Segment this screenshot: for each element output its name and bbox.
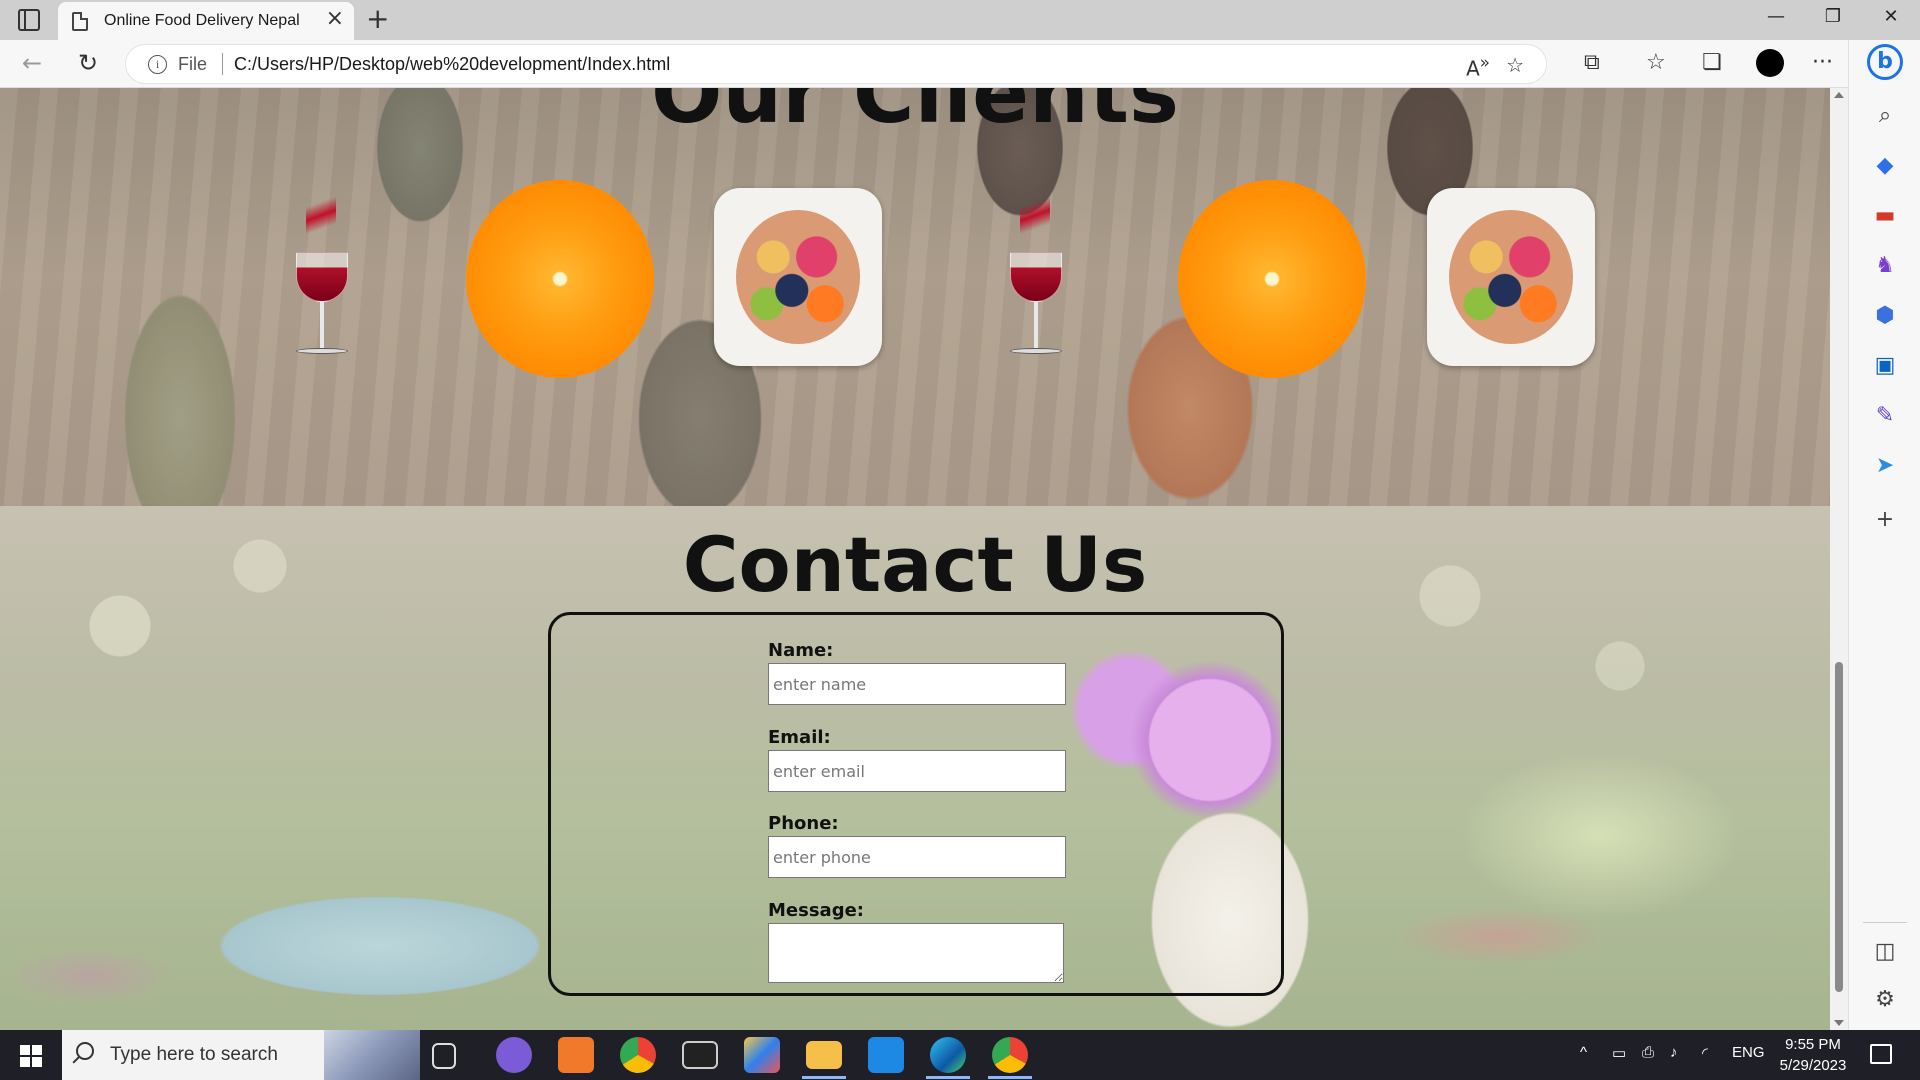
clock-time: 9:55 PM	[1785, 1036, 1841, 1053]
taskbar-search[interactable]: Type here to search	[62, 1030, 420, 1080]
windows-taskbar: Type here to search ^ ▭ ⎙ ♪ ◜ ENG 9:55 P…	[0, 1030, 1920, 1080]
fruit-plate-image	[1427, 188, 1595, 366]
minimize-button[interactable]: —	[1756, 6, 1796, 27]
message-label: Message:	[768, 900, 864, 921]
refresh-button[interactable]: ↻	[78, 50, 98, 76]
windows-start-icon[interactable]	[20, 1045, 42, 1067]
page-scrollbar[interactable]	[1830, 88, 1848, 1030]
page-icon	[72, 12, 88, 31]
chrome-profile-icon[interactable]	[992, 1037, 1028, 1073]
outlook-icon[interactable]: ▣	[1871, 352, 1899, 380]
browser-toolbar: ← ↻ i File C:/Users/HP/Desktop/web%20dev…	[0, 40, 1920, 88]
back-button[interactable]: ←	[22, 50, 42, 76]
orange-image	[466, 180, 654, 378]
message-field: Message:	[768, 900, 1064, 983]
vscode-icon[interactable]	[868, 1037, 904, 1073]
edge-sidebar: b ⌕ ◆ ▬ ♞ ⬢ ▣ ✎ ➤ + ◫ ⚙	[1848, 40, 1920, 1030]
designer-icon[interactable]: ✎	[1871, 402, 1899, 430]
browser-tab-bar: Online Food Delivery Nepal × + — ❐ ✕	[0, 0, 1920, 40]
viber-icon[interactable]	[496, 1037, 532, 1073]
info-icon[interactable]: i	[148, 55, 167, 74]
taskbar-search-placeholder: Type here to search	[110, 1044, 278, 1065]
clock-date: 5/29/2023	[1779, 1057, 1847, 1074]
add-favorite-icon[interactable]: ☆	[1506, 53, 1524, 77]
wine-glass-image	[996, 180, 1076, 370]
file-explorer-icon[interactable]	[806, 1041, 842, 1069]
app-cube-icon[interactable]	[744, 1037, 780, 1073]
search-icon	[76, 1042, 94, 1060]
favorites-icon[interactable]: ☆	[1646, 51, 1666, 75]
contact-heading: Contact Us	[682, 520, 1148, 609]
file-explorer-active-indicator	[802, 1076, 846, 1079]
battery-icon[interactable]: ▭	[1612, 1044, 1626, 1062]
scheme-label: File	[178, 54, 208, 74]
bing-chat-icon[interactable]: b	[1867, 44, 1903, 80]
tag-icon[interactable]: ◆	[1871, 152, 1899, 180]
extensions-icon[interactable]: ⧉	[1584, 51, 1600, 75]
address-bar[interactable]: i File C:/Users/HP/Desktop/web%20develop…	[126, 45, 1546, 83]
split-screen-icon[interactable]: ◫	[1871, 938, 1899, 966]
edge-active-indicator	[926, 1076, 970, 1079]
search-icon[interactable]: ⌕	[1871, 102, 1899, 130]
system-clock[interactable]: 9:55 PM 5/29/2023	[1768, 1034, 1858, 1076]
meet-now-icon[interactable]: ⎙	[1642, 1044, 1654, 1061]
scroll-up-arrow[interactable]	[1834, 92, 1844, 98]
maximize-button[interactable]: ❐	[1813, 6, 1853, 27]
scroll-thumb[interactable]	[1835, 662, 1843, 992]
chess-icon[interactable]: ♞	[1871, 252, 1899, 280]
xampp-icon[interactable]	[558, 1037, 594, 1073]
office-icon[interactable]: ⬢	[1871, 302, 1899, 330]
profile-avatar[interactable]	[1756, 49, 1784, 77]
phone-field: Phone:	[768, 813, 1066, 878]
url-divider	[222, 53, 223, 75]
orange-image	[1178, 180, 1366, 378]
tab-close-button[interactable]: ×	[326, 8, 344, 30]
new-tab-button[interactable]: +	[366, 4, 389, 34]
phone-input[interactable]	[768, 836, 1066, 878]
browser-tab[interactable]: Online Food Delivery Nepal ×	[58, 2, 354, 40]
phone-label: Phone:	[768, 813, 839, 834]
message-textarea[interactable]	[768, 923, 1064, 983]
task-view-icon[interactable]	[432, 1043, 456, 1069]
tab-actions-icon[interactable]	[18, 9, 40, 31]
email-input[interactable]	[768, 750, 1066, 792]
show-hidden-icons[interactable]: ^	[1580, 1044, 1587, 1061]
settings-icon[interactable]: ⚙	[1871, 986, 1899, 1014]
language-indicator[interactable]: ENG	[1732, 1044, 1765, 1061]
search-highlight-art	[324, 1030, 420, 1080]
terminal-icon[interactable]	[682, 1041, 718, 1069]
scroll-down-arrow[interactable]	[1834, 1020, 1844, 1026]
name-field: Name:	[768, 640, 1066, 705]
close-window-button[interactable]: ✕	[1871, 6, 1911, 27]
toolbox-icon[interactable]: ▬	[1871, 202, 1899, 230]
sidebar-divider	[1863, 922, 1907, 923]
url-text[interactable]: C:/Users/HP/Desktop/web%20development/In…	[234, 54, 670, 75]
name-input[interactable]	[768, 663, 1066, 705]
chrome-profile-active-indicator	[988, 1076, 1032, 1079]
clients-section: Our Clients	[0, 88, 1830, 506]
name-label: Name:	[768, 640, 834, 661]
wifi-icon[interactable]: ◜	[1702, 1044, 1708, 1062]
tab-title: Online Food Delivery Nepal	[104, 12, 300, 29]
fruit-plate-image	[714, 188, 882, 366]
read-aloud-icon[interactable]: A»	[1466, 53, 1490, 81]
collections-icon[interactable]: ❏	[1702, 51, 1722, 75]
send-icon[interactable]: ➤	[1871, 452, 1899, 480]
wine-glass-image	[282, 180, 362, 370]
clients-heading: Our Clients	[650, 88, 1180, 142]
add-icon[interactable]: +	[1871, 506, 1899, 534]
edge-icon[interactable]	[930, 1037, 966, 1073]
notification-icon[interactable]	[1870, 1044, 1892, 1064]
email-label: Email:	[768, 727, 831, 748]
volume-icon[interactable]: ♪	[1670, 1044, 1678, 1061]
chrome-icon[interactable]	[620, 1037, 656, 1073]
more-menu-button[interactable]: ···	[1812, 51, 1833, 75]
email-field: Email:	[768, 727, 1066, 792]
page-viewport: Our Clients Contact Us Name: Email: Phon…	[0, 88, 1830, 1030]
